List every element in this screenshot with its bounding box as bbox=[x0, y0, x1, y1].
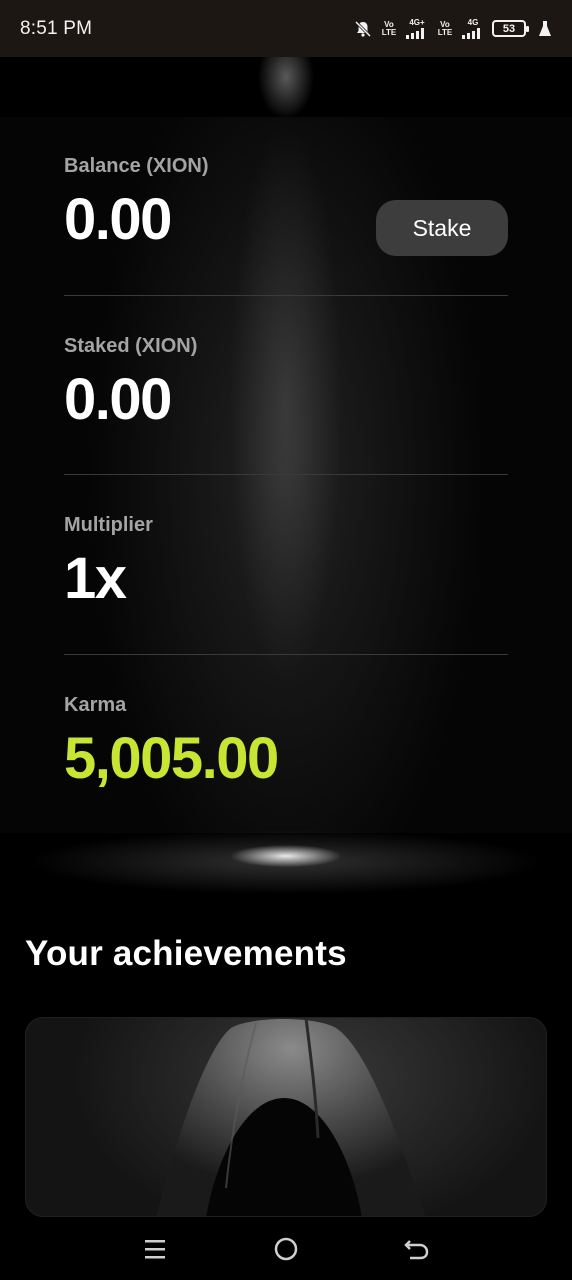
system-nav-bar bbox=[0, 1217, 572, 1280]
sim2-network-label: 4G bbox=[467, 17, 479, 27]
status-bar: 8:51 PM Vo LTE 4G+ Vo LTE 4G 53 bbox=[0, 0, 572, 57]
staked-value: 0.00 bbox=[64, 367, 172, 432]
multiplier-label: Multiplier bbox=[64, 514, 153, 536]
divider bbox=[64, 654, 508, 655]
mute-bell-icon bbox=[354, 20, 372, 38]
signal-icon-2: 4G bbox=[462, 17, 484, 39]
multiplier-value: 1x bbox=[64, 546, 127, 611]
spotlight-top bbox=[0, 57, 572, 117]
staked-label: Staked (XION) bbox=[64, 335, 198, 357]
status-icons: Vo LTE 4G+ Vo LTE 4G 53 bbox=[354, 17, 552, 39]
achievement-card[interactable] bbox=[25, 1017, 547, 1217]
app-screen: 8:51 PM Vo LTE 4G+ Vo LTE 4G 53 Balance … bbox=[0, 0, 572, 1280]
multiplier-section: Multiplier 1x bbox=[64, 514, 508, 612]
balance-label: Balance (XION) bbox=[64, 155, 209, 177]
divider bbox=[64, 474, 508, 475]
staked-section: Staked (XION) 0.00 bbox=[64, 335, 508, 433]
sim1-network-label: 4G+ bbox=[409, 17, 425, 27]
battery-icon: 53 bbox=[492, 20, 529, 37]
sim1-volte-label: Vo LTE bbox=[381, 19, 397, 37]
sim2-volte-label: Vo LTE bbox=[437, 19, 453, 37]
status-time: 8:51 PM bbox=[20, 17, 93, 39]
karma-section: Karma 5,005.00 bbox=[64, 694, 508, 792]
stake-button[interactable]: Stake bbox=[376, 200, 508, 256]
achievements-title: Your achievements bbox=[25, 934, 347, 973]
signal-icon: 4G+ bbox=[406, 17, 428, 39]
menu-icon[interactable] bbox=[135, 1229, 175, 1269]
karma-value: 5,005.00 bbox=[64, 726, 279, 791]
flask-icon bbox=[538, 20, 552, 38]
spotlight-floor-glow bbox=[0, 820, 572, 930]
home-icon[interactable] bbox=[266, 1229, 306, 1269]
divider bbox=[64, 295, 508, 296]
hooded-figure-image bbox=[156, 1018, 426, 1216]
back-icon[interactable] bbox=[397, 1229, 437, 1269]
karma-label: Karma bbox=[64, 694, 127, 716]
